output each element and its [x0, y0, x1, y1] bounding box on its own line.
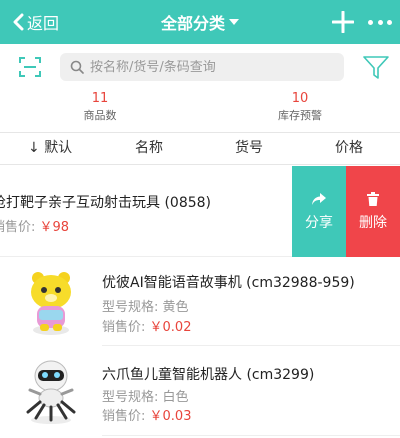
divider	[102, 435, 400, 436]
share-label: 分享	[305, 214, 333, 231]
stat-value: 11	[91, 91, 109, 106]
sort-name[interactable]: 名称	[135, 133, 163, 164]
spec-label: 型号规格:	[102, 390, 159, 405]
share-button[interactable]: 分享	[292, 166, 346, 257]
stat-label: 商品数	[83, 109, 117, 122]
delete-button[interactable]: 删除	[346, 166, 400, 257]
price-label: 销售价:	[102, 320, 146, 335]
product-image-yellow-bear	[31, 272, 71, 335]
price-label: 销售价:	[102, 409, 146, 424]
page-title: 全部分类	[160, 14, 225, 33]
sort-label: 默认	[44, 140, 73, 156]
spec-label: 型号规格:	[102, 300, 159, 315]
share-icon	[312, 192, 326, 205]
search-box[interactable]	[60, 53, 344, 81]
price-label: 销售价:	[0, 220, 36, 235]
price-value: ￥0.02	[149, 320, 192, 335]
spec-value: 白色	[162, 390, 189, 405]
stat-label: 库存预警	[278, 109, 322, 122]
search-row	[0, 44, 400, 90]
list-item[interactable]: 枪打靶子亲子互动射击玩具 (0858) 销售价: ￥98 分享 删除	[0, 166, 400, 257]
product-name: 六爪鱼儿童智能机器人 (cm3299)	[102, 367, 315, 383]
price-value: ￥0.03	[149, 409, 192, 424]
product-spec: 型号规格: 白色	[102, 386, 189, 405]
caret-down-icon	[229, 19, 239, 25]
sort-default[interactable]: ↓ 默认	[28, 133, 72, 164]
sort-price[interactable]: 价格	[335, 133, 363, 164]
stat-value: 10	[291, 91, 309, 106]
top-bar: 返回 全部分类	[0, 0, 400, 44]
add-icon[interactable]	[332, 11, 354, 33]
scan-icon[interactable]	[18, 55, 42, 79]
product-price: 销售价: ￥0.02	[102, 316, 191, 335]
more-icon[interactable]	[368, 11, 392, 33]
product-price: 销售价: ￥98	[0, 216, 69, 235]
product-image-robot	[26, 360, 76, 424]
sort-code[interactable]: 货号	[235, 133, 263, 164]
search-icon	[70, 60, 84, 74]
delete-label: 删除	[359, 214, 387, 231]
price-value: ￥98	[39, 220, 70, 235]
sort-bar: ↓ 默认 名称 货号 价格	[0, 132, 400, 165]
list-item[interactable]: 优彼AI智能语音故事机 (cm32988-959) 型号规格: 黄色 销售价: …	[0, 258, 400, 346]
stats-bar: 11 商品数 10 库存预警	[0, 90, 400, 132]
stat-product-count[interactable]: 11 商品数	[40, 90, 160, 124]
spec-value: 黄色	[162, 300, 189, 315]
search-input[interactable]	[90, 59, 330, 75]
arrow-down-icon: ↓	[28, 140, 40, 156]
product-price: 销售价: ￥0.03	[102, 405, 191, 424]
trash-icon	[367, 191, 379, 206]
filter-icon[interactable]	[362, 53, 390, 81]
product-name: 优彼AI智能语音故事机 (cm32988-959)	[102, 275, 355, 291]
list-item[interactable]: 六爪鱼儿童智能机器人 (cm3299) 型号规格: 白色 销售价: ￥0.03	[0, 346, 400, 436]
product-name: 枪打靶子亲子互动射击玩具 (0858)	[0, 195, 212, 211]
stat-stock-warning[interactable]: 10 库存预警	[240, 90, 360, 124]
product-spec: 型号规格: 黄色	[102, 296, 189, 315]
